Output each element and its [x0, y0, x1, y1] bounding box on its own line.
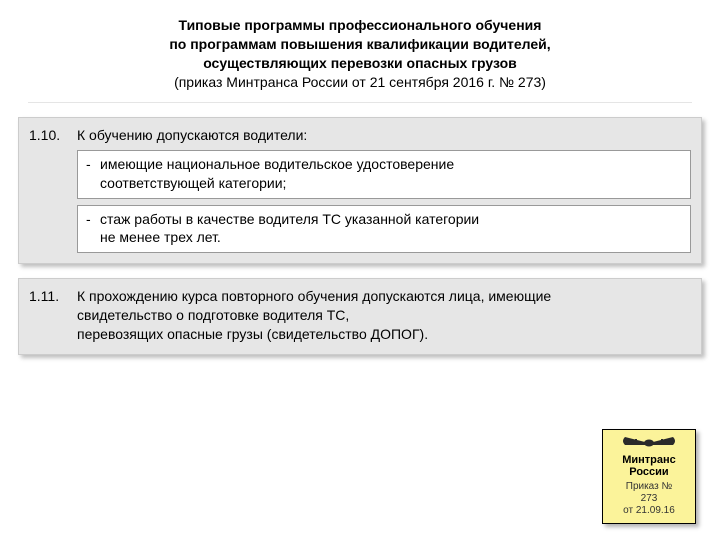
- title-line-2: по программам повышения квалификации вод…: [28, 35, 692, 54]
- title-subtitle: (приказ Минтранса России от 21 сентября …: [28, 73, 692, 92]
- section-1-11-number: 1.11.: [29, 287, 69, 344]
- dash-icon: -: [86, 210, 94, 246]
- section-1-10-item-1: - имеющие национальное водительское удос…: [77, 150, 691, 198]
- title-block: Типовые программы профессионального обуч…: [28, 10, 692, 103]
- badge-org: Минтранс России: [605, 454, 693, 479]
- section-1-10-heading: К обучению допускаются водители:: [77, 126, 691, 145]
- mintrans-emblem-icon: [605, 434, 693, 452]
- section-1-11-panel: 1.11. К прохождению курса повторного обу…: [18, 278, 702, 355]
- section-1-10-item-2-text: стаж работы в качестве водителя ТС указа…: [100, 210, 479, 246]
- section-1-11-row: 1.11. К прохождению курса повторного обу…: [29, 287, 691, 344]
- dash-icon: -: [86, 155, 94, 191]
- order-badge: Минтранс России Приказ № 273 от 21.09.16: [602, 429, 696, 524]
- section-1-10-item-2: - стаж работы в качестве водителя ТС ука…: [77, 205, 691, 253]
- section-1-10-heading-row: 1.10. К обучению допускаются водители:: [29, 126, 691, 145]
- section-1-11-text: К прохождению курса повторного обучения …: [77, 287, 691, 344]
- section-1-10-panel: 1.10. К обучению допускаются водители: -…: [18, 117, 702, 265]
- section-1-10-item-1-text: имеющие национальное водительское удосто…: [100, 155, 454, 191]
- badge-order: Приказ № 273 от 21.09.16: [605, 481, 693, 517]
- title-line-1: Типовые программы профессионального обуч…: [28, 16, 692, 35]
- title-line-3: осуществляющих перевозки опасных грузов: [28, 54, 692, 73]
- section-1-10-number: 1.10.: [29, 126, 69, 145]
